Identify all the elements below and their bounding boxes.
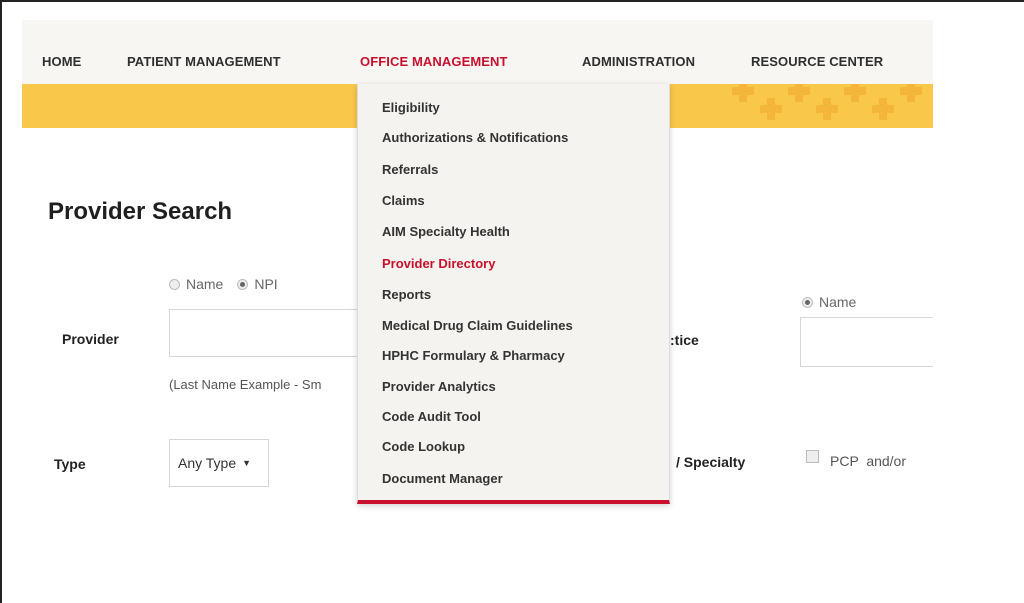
practice-radio-group: Name (802, 294, 856, 310)
nav-office-management[interactable]: OFFICE MANAGEMENT (360, 54, 508, 69)
menu-item-authorizations[interactable]: Authorizations & Notifications (382, 130, 568, 145)
nav-administration[interactable]: ADMINISTRATION (582, 54, 695, 69)
pcp-checkbox[interactable] (806, 450, 819, 463)
cross-pattern-icon (900, 84, 922, 102)
type-select-value: Any Type (178, 455, 237, 471)
provider-label: Provider (62, 331, 119, 347)
provider-name-radio-label: Name (186, 276, 224, 292)
menu-item-claims[interactable]: Claims (382, 193, 425, 208)
menu-item-reports[interactable]: Reports (382, 287, 431, 302)
provider-hint: (Last Name Example - Sm (169, 377, 322, 392)
menu-item-code-audit-tool[interactable]: Code Audit Tool (382, 409, 481, 424)
menu-item-eligibility[interactable]: Eligibility (382, 100, 440, 115)
menu-item-code-lookup[interactable]: Code Lookup (382, 439, 465, 454)
practice-input[interactable] (800, 317, 933, 367)
practice-name-radio[interactable] (802, 296, 813, 308)
provider-radio-group: Name NPI (169, 276, 278, 292)
provider-name-radio[interactable] (169, 278, 180, 290)
page-title: Provider Search (48, 198, 233, 225)
pcp-checkbox-label: PCP and/or (830, 453, 907, 469)
cross-pattern-icon (816, 98, 838, 120)
cross-pattern-icon (732, 84, 754, 102)
dropdown-caret-icon: ▼ (242, 458, 252, 468)
provider-input[interactable] (169, 309, 369, 357)
office-management-dropdown: Eligibility Authorizations & Notificatio… (357, 84, 670, 504)
browser-viewport: HOME PATIENT MANAGEMENT OFFICE MANAGEMEN… (22, 20, 933, 603)
type-label: Type (54, 456, 86, 472)
screenshot-frame: HOME PATIENT MANAGEMENT OFFICE MANAGEMEN… (0, 0, 1024, 603)
menu-item-document-manager[interactable]: Document Manager (382, 471, 503, 486)
menu-item-aim-specialty-health[interactable]: AIM Specialty Health (382, 224, 510, 239)
menu-item-referrals[interactable]: Referrals (382, 162, 438, 177)
practice-label: :tice (670, 332, 699, 348)
specialty-label: / Specialty (676, 454, 746, 470)
cross-pattern-icon (872, 98, 894, 120)
cross-pattern-icon (844, 84, 866, 102)
menu-item-medical-drug-claim-guidelines[interactable]: Medical Drug Claim Guidelines (382, 318, 573, 333)
cross-pattern-icon (760, 98, 782, 120)
top-nav: HOME PATIENT MANAGEMENT OFFICE MANAGEMEN… (22, 20, 933, 84)
practice-name-radio-label: Name (819, 294, 857, 310)
provider-npi-radio-label: NPI (254, 276, 278, 292)
menu-item-provider-directory[interactable]: Provider Directory (382, 256, 495, 271)
nav-resource-center[interactable]: RESOURCE CENTER (751, 54, 883, 69)
menu-item-hphc-formulary[interactable]: HPHC Formulary & Pharmacy (382, 348, 565, 363)
menu-item-provider-analytics[interactable]: Provider Analytics (382, 379, 496, 394)
cross-pattern-icon (788, 84, 810, 102)
nav-patient-management[interactable]: PATIENT MANAGEMENT (127, 54, 281, 69)
type-select[interactable]: Any Type ▼ (169, 439, 269, 487)
provider-npi-radio[interactable] (237, 278, 249, 290)
nav-home[interactable]: HOME (42, 54, 81, 69)
